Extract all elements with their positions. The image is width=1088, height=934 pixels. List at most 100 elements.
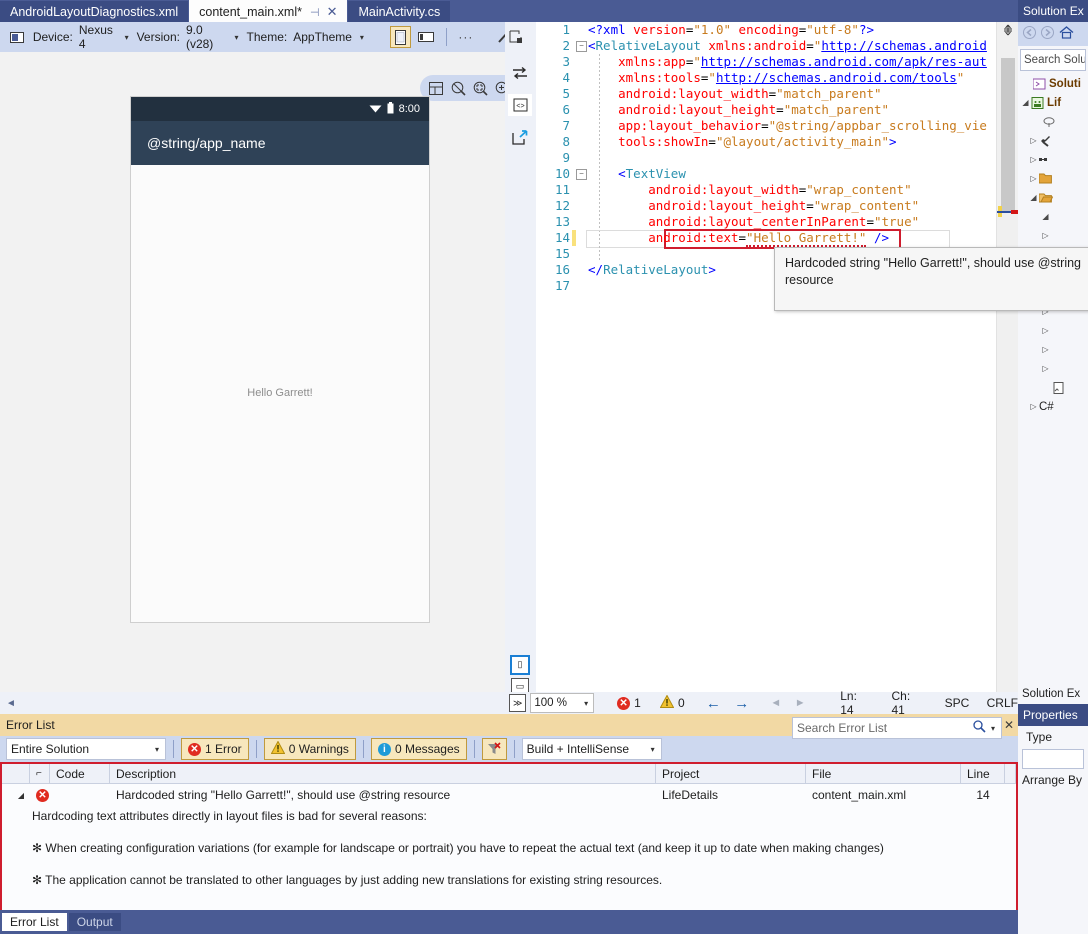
editor-vertical-scrollbar[interactable]: [996, 22, 1019, 692]
tab-pin-icon[interactable]: ⊣: [310, 6, 320, 19]
expander-icon[interactable]: ▷: [1040, 326, 1051, 335]
device-value[interactable]: Nexus 4: [79, 23, 117, 51]
scope-select[interactable]: Entire Solution ▾: [6, 738, 166, 760]
prev-error-icon[interactable]: ◄: [770, 697, 781, 709]
error-list-grid[interactable]: ⌐CodeDescriptionProjectFileLine ◢✕Hardco…: [0, 762, 1018, 920]
status-warning-count[interactable]: 0: [660, 695, 685, 711]
fit-to-window-icon[interactable]: [426, 78, 446, 98]
code-line[interactable]: 5 android:layout_width="match_parent": [536, 86, 996, 102]
solution-tree-item[interactable]: ▷C#: [1018, 397, 1088, 416]
zoom-fit-icon[interactable]: [470, 78, 490, 98]
code-line[interactable]: 1<?xml version="1.0" encoding="utf-8"?>: [536, 22, 996, 38]
code-line[interactable]: 10− <TextView: [536, 166, 996, 182]
search-caret-icon[interactable]: ▾: [991, 724, 995, 733]
tab-error-list[interactable]: Error List: [2, 913, 67, 931]
expander-icon[interactable]: ▷: [1028, 136, 1039, 145]
column-header[interactable]: ⌐: [30, 764, 50, 783]
expander-icon[interactable]: ▷: [1028, 402, 1039, 411]
solution-tree-item[interactable]: [1018, 378, 1088, 397]
swap-panes-icon[interactable]: [508, 62, 532, 84]
home-icon[interactable]: [1059, 26, 1074, 42]
version-value[interactable]: 9.0 (v28): [186, 23, 227, 51]
more-options-icon[interactable]: ···: [456, 27, 475, 47]
tab-content-main[interactable]: content_main.xml* ⊣ ✕: [189, 0, 347, 22]
theme-caret-icon[interactable]: ▾: [360, 33, 364, 42]
device-caret-icon[interactable]: ▾: [125, 33, 129, 42]
editor-zoom-select[interactable]: 100 % ▾: [530, 693, 594, 713]
row-expander[interactable]: ◢: [2, 784, 30, 806]
code-line[interactable]: 12 android:layout_height="wrap_content": [536, 198, 996, 214]
code-line[interactable]: 7 app:layout_behavior="@string/appbar_sc…: [536, 118, 996, 134]
expand-toolbar-icon[interactable]: ≫: [509, 694, 526, 712]
expander-icon[interactable]: ▷: [1040, 364, 1051, 373]
popout-window-icon[interactable]: [508, 126, 532, 148]
close-icon[interactable]: ✕: [1004, 718, 1014, 732]
source-view-icon[interactable]: <>: [508, 94, 532, 116]
code-line[interactable]: 6 android:layout_height="match_parent": [536, 102, 996, 118]
back-icon[interactable]: [1023, 26, 1036, 42]
tab-main-activity[interactable]: MainActivity.cs: [348, 1, 450, 22]
expander-icon[interactable]: ▷: [1040, 231, 1051, 240]
code-line[interactable]: 2−<RelativeLayout xmlns:android="http://…: [536, 38, 996, 54]
nav-forward-icon[interactable]: →: [734, 695, 749, 712]
expander-icon[interactable]: ◢: [1028, 193, 1039, 202]
code-line[interactable]: 4 xmlns:tools="http://schemas.android.co…: [536, 70, 996, 86]
messages-filter-button[interactable]: i 0 Messages: [371, 738, 467, 760]
fold-toggle-icon[interactable]: −: [576, 41, 587, 52]
solution-tree-item[interactable]: ▷: [1018, 150, 1088, 169]
solution-tree-item[interactable]: ◢Lif: [1018, 93, 1088, 112]
solution-explorer-footer-tab[interactable]: Solution Ex: [1018, 684, 1088, 704]
properties-value-field[interactable]: [1022, 749, 1084, 769]
expander-icon[interactable]: ▷: [1028, 155, 1039, 164]
solution-tree[interactable]: Soluti◢Lif▷▷▷◢◢▷▷▷▷▷▷▷▷▷C#: [1018, 74, 1088, 416]
code-line[interactable]: 14 android:text="Hello Garrett!" />: [536, 230, 996, 246]
column-header[interactable]: File: [806, 764, 961, 783]
column-header[interactable]: Description: [110, 764, 656, 783]
theme-value[interactable]: AppTheme: [293, 30, 352, 44]
column-header[interactable]: Line: [961, 764, 1005, 783]
solution-tree-item[interactable]: ▷: [1018, 321, 1088, 340]
solution-search-input[interactable]: Search Solu: [1020, 49, 1086, 71]
tab-android-layout-diagnostics[interactable]: AndroidLayoutDiagnostics.xml: [0, 1, 188, 22]
code-line[interactable]: 13 android:layout_centerInParent="true": [536, 214, 996, 230]
solution-tree-item[interactable]: ◢: [1018, 207, 1088, 226]
expander-icon[interactable]: ▷: [1028, 174, 1039, 183]
scroll-up-icon[interactable]: [997, 22, 1019, 38]
expander-icon[interactable]: ◢: [1040, 212, 1051, 221]
fold-toggle-icon[interactable]: −: [576, 169, 587, 180]
solution-tree-item[interactable]: ▷: [1018, 340, 1088, 359]
properties-arrange-by[interactable]: Arrange By: [1018, 770, 1088, 790]
code-line[interactable]: 9: [536, 150, 996, 166]
solution-tree-item[interactable]: Soluti: [1018, 74, 1088, 93]
solution-tree-item[interactable]: ▷: [1018, 169, 1088, 188]
column-header[interactable]: Project: [656, 764, 806, 783]
column-header[interactable]: [1005, 764, 1016, 783]
next-error-icon[interactable]: ►: [795, 697, 806, 709]
solution-tree-item[interactable]: ▷: [1018, 226, 1088, 245]
new-window-icon[interactable]: [505, 27, 527, 47]
code-line[interactable]: 8 tools:showIn="@layout/activity_main">: [536, 134, 996, 150]
column-header[interactable]: [2, 764, 30, 783]
expander-icon[interactable]: ◢: [1020, 98, 1031, 107]
clear-filter-button[interactable]: [482, 738, 507, 760]
status-error-count[interactable]: ✕ 1: [617, 696, 641, 710]
scrollbar-thumb[interactable]: [1001, 58, 1015, 213]
zoom-out-icon[interactable]: [448, 78, 468, 98]
expander-icon[interactable]: ▷: [1040, 345, 1051, 354]
device-preview[interactable]: 8:00 @string/app_name Hello Garrett!: [130, 96, 430, 623]
nav-back-icon[interactable]: ←: [706, 695, 721, 712]
build-filter-select[interactable]: Build + IntelliSense ▾: [522, 738, 662, 760]
solution-tree-item[interactable]: ▷: [1018, 359, 1088, 378]
error-list-rows[interactable]: ◢✕Hardcoded string "Hello Garrett!", sho…: [2, 784, 1016, 806]
column-header[interactable]: Code: [50, 764, 110, 783]
landscape-orientation-button[interactable]: [417, 27, 436, 47]
errors-filter-button[interactable]: ✕ 1 Error: [181, 738, 249, 760]
forward-icon[interactable]: [1041, 26, 1054, 42]
error-list-search-input[interactable]: Search Error List ▾: [792, 717, 1002, 739]
code-lines[interactable]: 1<?xml version="1.0" encoding="utf-8"?>2…: [536, 22, 996, 692]
error-list-row[interactable]: ◢✕Hardcoded string "Hello Garrett!", sho…: [2, 784, 1016, 806]
solution-tree-item[interactable]: ▷: [1018, 131, 1088, 150]
tab-close-icon[interactable]: ✕: [327, 4, 338, 20]
portrait-orientation-button[interactable]: [390, 26, 411, 48]
device-content-area[interactable]: Hello Garrett!: [131, 165, 429, 620]
